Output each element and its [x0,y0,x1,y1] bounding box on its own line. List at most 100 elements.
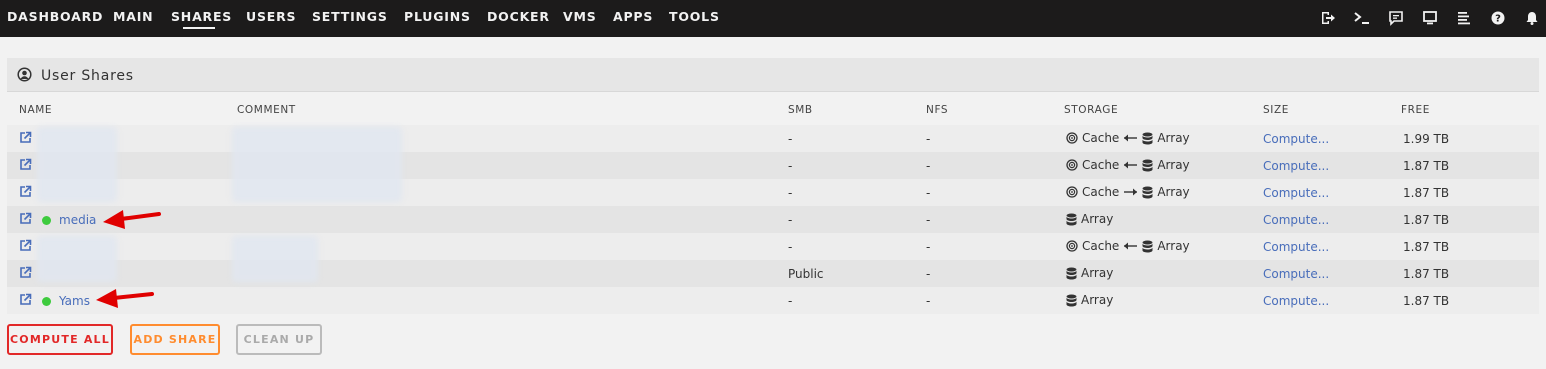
nav-dashboard[interactable]: DASHBOARD [7,10,103,24]
terminal-icon[interactable] [1354,10,1370,26]
cache-label: Cache [1082,239,1120,253]
col-storage[interactable]: STORAGE [1064,104,1118,116]
table-row: Yams - - Array Compute... 1.87 TB [7,287,1539,314]
smb-value[interactable]: - [788,240,792,254]
storage-value: Cache Array [1066,158,1190,172]
table-row: media - - Array Compute... 1.87 TB [7,206,1539,233]
clean-up-button[interactable]: CLEAN UP [236,324,322,355]
nfs-value[interactable]: - [926,159,930,173]
logout-icon[interactable] [1320,10,1336,26]
smb-value[interactable]: - [788,132,792,146]
nav-vms[interactable]: VMS [563,10,597,24]
nav-tools[interactable]: TOOLS [669,10,720,24]
smb-value[interactable]: - [788,294,792,308]
smb-value[interactable]: - [788,159,792,173]
free-value: 1.87 TB [1403,186,1450,200]
nfs-value[interactable]: - [926,240,930,254]
nav-shares[interactable]: SHARES [171,10,232,24]
array-icon [1142,159,1153,171]
annotation-arrow-yams [96,289,154,308]
external-link-icon[interactable] [19,293,32,306]
external-link-icon[interactable] [19,212,32,225]
free-value: 1.87 TB [1403,267,1450,281]
free-value: 1.87 TB [1403,159,1450,173]
nfs-value[interactable]: - [926,186,930,200]
array-label: Array [1157,185,1190,199]
panel-title: User Shares [41,68,134,84]
monitor-icon[interactable] [1422,10,1438,26]
storage-value: Array [1066,293,1113,307]
external-link-icon[interactable] [19,158,32,171]
free-value: 1.87 TB [1403,294,1450,308]
col-free[interactable]: FREE [1401,104,1430,116]
storage-value: Array [1066,266,1113,280]
col-size[interactable]: SIZE [1263,104,1289,116]
status-dot [42,297,51,306]
redacted-names-2 [37,236,117,282]
smb-value[interactable]: - [788,186,792,200]
storage-value: Cache Array [1066,239,1190,253]
arrow-left-icon [1124,134,1138,142]
compute-all-button[interactable]: COMPUTE ALL [7,324,113,355]
nav-main[interactable]: MAIN [113,10,153,24]
external-link-icon[interactable] [19,185,32,198]
share-name-link[interactable]: media [59,213,96,227]
storage-value: Array [1066,212,1113,226]
help-icon[interactable]: ? [1490,10,1506,26]
external-link-icon[interactable] [19,266,32,279]
array-icon [1066,267,1077,279]
array-label: Array [1081,293,1114,307]
array-icon [1066,213,1077,225]
add-share-button[interactable]: ADD SHARE [130,324,220,355]
array-label: Array [1157,239,1190,253]
free-value: 1.87 TB [1403,213,1450,227]
arrow-right-icon [1124,188,1138,196]
array-label: Array [1157,131,1190,145]
cache-label: Cache [1082,185,1120,199]
nfs-value[interactable]: - [926,132,930,146]
cache-icon [1066,240,1078,252]
top-nav-bar: DASHBOARD MAIN SHARES USERS SETTINGS PLU… [0,0,1546,37]
smb-value[interactable]: Public [788,267,824,281]
size-compute-link[interactable]: Compute... [1263,186,1329,200]
size-compute-link[interactable]: Compute... [1263,294,1329,308]
bell-icon[interactable] [1524,10,1540,26]
arrow-left-icon [1124,161,1138,169]
nfs-value[interactable]: - [926,294,930,308]
nav-plugins[interactable]: PLUGINS [404,10,471,24]
nav-users[interactable]: USERS [246,10,296,24]
array-icon [1142,240,1153,252]
col-name[interactable]: NAME [19,104,52,116]
redacted-names [37,127,117,202]
nav-docker[interactable]: DOCKER [487,10,550,24]
size-compute-link[interactable]: Compute... [1263,132,1329,146]
array-label: Array [1157,158,1190,172]
external-link-icon[interactable] [19,239,32,252]
size-compute-link[interactable]: Compute... [1263,213,1329,227]
external-link-icon[interactable] [19,131,32,144]
size-compute-link[interactable]: Compute... [1263,240,1329,254]
storage-value: Cache Array [1066,131,1190,145]
arrow-left-icon [1124,242,1138,250]
feedback-icon[interactable] [1388,10,1404,26]
col-nfs[interactable]: NFS [926,104,948,116]
status-dot [42,216,51,225]
array-icon [1142,186,1153,198]
size-compute-link[interactable]: Compute... [1263,267,1329,281]
nav-apps[interactable]: APPS [613,10,653,24]
redacted-comments-2 [232,236,318,282]
col-comment[interactable]: COMMENT [237,104,296,116]
nfs-value[interactable]: - [926,213,930,227]
share-name-link[interactable]: Yams [59,294,90,308]
free-value: 1.87 TB [1403,240,1450,254]
free-value: 1.99 TB [1403,132,1450,146]
size-compute-link[interactable]: Compute... [1263,159,1329,173]
cache-icon [1066,159,1078,171]
col-smb[interactable]: SMB [788,104,813,116]
log-icon[interactable] [1456,10,1472,26]
array-icon [1066,294,1077,306]
nfs-value[interactable]: - [926,267,930,281]
array-icon [1142,132,1153,144]
smb-value[interactable]: - [788,213,792,227]
nav-settings[interactable]: SETTINGS [312,10,388,24]
